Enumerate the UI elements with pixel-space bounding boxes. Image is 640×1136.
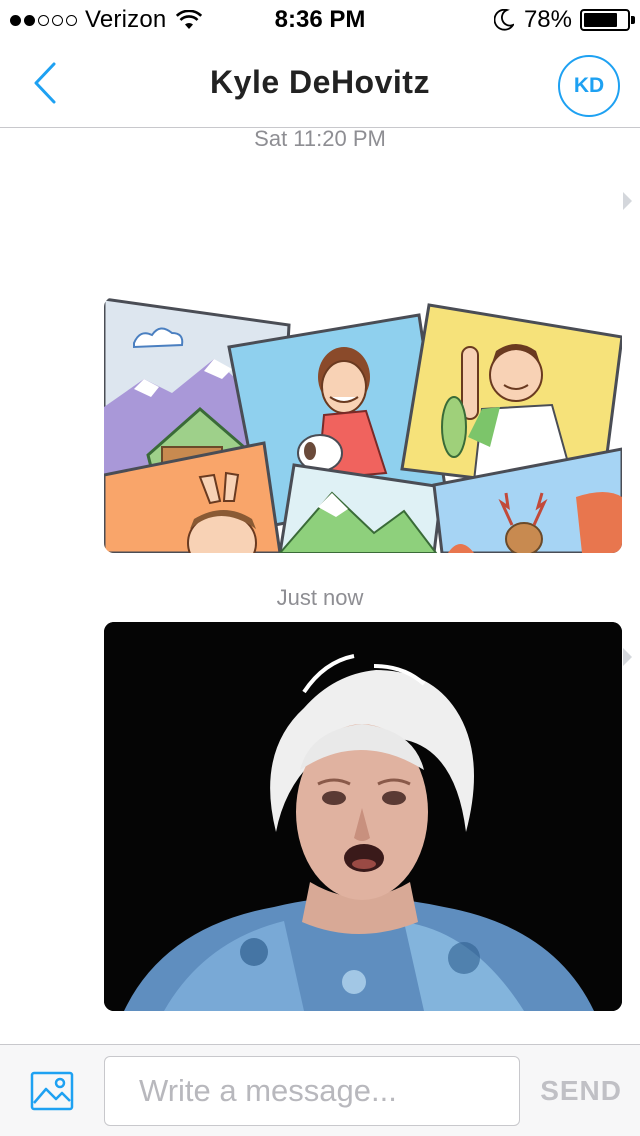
message-indicator-icon — [623, 192, 632, 210]
nav-bar: Kyle DeHovitz KD — [0, 40, 640, 128]
battery-percent: 78% — [523, 6, 572, 33]
message-indicator-icon — [623, 648, 632, 666]
message-timestamp: Just now — [276, 585, 364, 610]
image-message-collage[interactable] — [104, 297, 622, 553]
moon-icon — [493, 8, 516, 31]
image-message-photo[interactable] — [104, 622, 622, 1011]
send-button[interactable]: SEND — [540, 1075, 622, 1107]
conversation-title: Kyle DeHovitz — [210, 64, 430, 100]
elderly-woman-reaction-photo — [104, 622, 622, 1011]
message-timestamp: Sat 11:20 PM — [254, 129, 386, 151]
message-composer: SEND — [0, 1044, 640, 1136]
status-bar: Verizon 8:36 PM 78% — [0, 0, 640, 40]
battery-icon — [580, 9, 635, 31]
image-picker-icon — [30, 1071, 74, 1111]
message-input[interactable] — [104, 1056, 520, 1126]
status-right: 78% — [493, 6, 635, 34]
photo-picker-button[interactable] — [30, 1069, 74, 1113]
contact-avatar[interactable]: KD — [558, 55, 620, 117]
message-list[interactable]: Sat 11:20 PM Just now — [0, 129, 640, 1044]
cartoon-photo-collage — [104, 297, 622, 553]
